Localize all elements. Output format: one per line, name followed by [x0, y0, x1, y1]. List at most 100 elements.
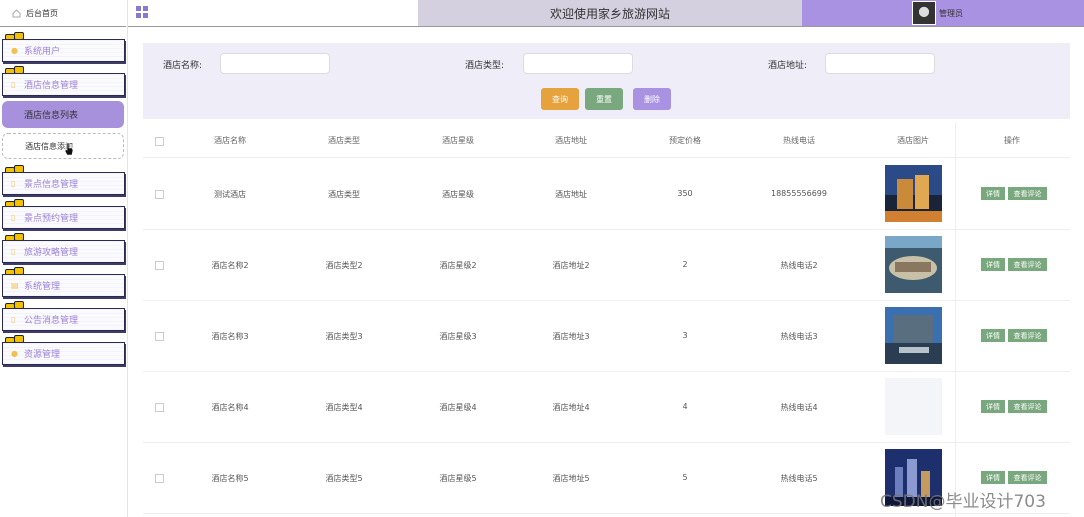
table-header: 酒店名称 酒店类型 酒店星级 酒店地址 预定价格 热线电话 酒店图片 操作 [143, 123, 1070, 158]
hotel-address-input[interactable] [825, 53, 935, 74]
cell-hotel-type: 酒店类型 [328, 190, 360, 199]
detail-button[interactable]: 详情 [981, 187, 1005, 200]
sidebar-item-guide[interactable]: ▯ 旅游攻略管理 [2, 240, 125, 263]
row-checkbox[interactable] [155, 190, 164, 199]
cell-price: 5 [682, 473, 688, 482]
row-checkbox[interactable] [155, 403, 164, 412]
sidebar-sub-label: 酒店信息列表 [24, 111, 79, 121]
document-icon: ▯ [11, 212, 16, 222]
hotel-image [885, 236, 942, 293]
query-button[interactable]: 查询 [541, 88, 579, 110]
row-checkbox[interactable] [155, 474, 164, 483]
reset-button[interactable]: 重置 [585, 88, 623, 110]
sidebar-item-scenic[interactable]: ▯ 景点信息管理 [2, 172, 125, 195]
detail-button[interactable]: 详情 [981, 400, 1005, 413]
hotel-type-label: 酒店类型: [465, 61, 505, 71]
sidebar-item-label: 景点预约管理 [24, 214, 79, 224]
sidebar-item-label: 景点信息管理 [24, 180, 79, 190]
cell-hotel-type: 酒店类型4 [325, 403, 363, 412]
cell-hotel-star: 酒店星级 [442, 190, 474, 199]
cell-hotel-type: 酒店类型2 [325, 261, 363, 270]
view-comments-button[interactable]: 查看评论 [1008, 329, 1047, 342]
document-icon: ▯ [11, 246, 16, 256]
cell-hotel-star: 酒店星级3 [439, 332, 477, 341]
avatar[interactable] [912, 1, 936, 25]
cell-hotel-name: 酒店名称3 [211, 332, 249, 341]
cell-phone: 18855556699 [771, 189, 827, 198]
welcome-text: 欢迎使用家乡旅游网站 [549, 6, 670, 21]
select-all-checkbox[interactable] [155, 137, 164, 146]
menu-grid-icon[interactable] [136, 6, 148, 18]
table-row: 测试酒店 酒店类型 酒店星级 酒店地址 350 18855556699 详情 查… [143, 158, 1070, 230]
hotel-type-input[interactable] [523, 53, 633, 74]
cell-hotel-address: 酒店地址 [555, 190, 587, 199]
table-row: 酒店名称4 酒店类型4 酒店星级4 酒店地址4 4 热线电话4 详情 查看评论 [143, 371, 1070, 443]
cell-hotel-name: 酒店名称2 [211, 261, 249, 270]
sidebar-item-booking[interactable]: ▯ 景点预约管理 [2, 206, 125, 229]
location-icon: ● [11, 348, 18, 358]
header-hotel-type: 酒店类型 [328, 136, 360, 145]
top-bar: 欢迎使用家乡旅游网站 管理员 [128, 0, 1084, 27]
sidebar-item-notice[interactable]: ▯ 公告消息管理 [2, 308, 125, 331]
cell-hotel-type: 酒店类型3 [325, 332, 363, 341]
header-phone: 热线电话 [783, 136, 815, 145]
cell-hotel-address: 酒店地址4 [552, 403, 590, 412]
cell-phone: 热线电话4 [780, 403, 818, 412]
sidebar-sub-hotel-add[interactable]: 酒店信息添加 [2, 133, 124, 159]
hotel-image-placeholder [885, 378, 942, 435]
header-image: 酒店图片 [897, 136, 929, 145]
hotel-image [885, 165, 942, 222]
cell-phone: 热线电话2 [780, 261, 818, 270]
row-checkbox[interactable] [155, 332, 164, 341]
user-box[interactable]: 管理员 [802, 0, 1084, 26]
cell-hotel-type: 酒店类型5 [325, 474, 363, 483]
view-comments-button[interactable]: 查看评论 [1008, 187, 1047, 200]
view-comments-button[interactable]: 查看评论 [1008, 471, 1047, 484]
cell-hotel-star: 酒店星级5 [439, 474, 477, 483]
user-icon: ● [11, 45, 18, 55]
detail-button[interactable]: 详情 [981, 471, 1005, 484]
sidebar-item-label: 旅游攻略管理 [24, 248, 79, 258]
sidebar-home[interactable]: 后台首页 [0, 0, 126, 27]
detail-button[interactable]: 详情 [981, 258, 1005, 271]
sidebar-item-label: 系统用户 [24, 47, 61, 57]
cell-hotel-address: 酒店地址2 [552, 261, 590, 270]
cell-price: 2 [682, 260, 688, 269]
sidebar-item-hotel[interactable]: ▯ 酒店信息管理 [2, 73, 125, 96]
sidebar-sub-hotel-list[interactable]: 酒店信息列表 [2, 101, 124, 128]
detail-button[interactable]: 详情 [981, 329, 1005, 342]
sidebar-item-label: 资源管理 [24, 350, 61, 360]
cell-hotel-address: 酒店地址3 [552, 332, 590, 341]
view-comments-button[interactable]: 查看评论 [1008, 400, 1047, 413]
username: 管理员 [939, 8, 963, 18]
header-hotel-star: 酒店星级 [442, 136, 474, 145]
cell-price: 3 [682, 331, 688, 340]
sidebar-home-label: 后台首页 [26, 8, 58, 18]
header-hotel-address: 酒店地址 [555, 136, 587, 145]
sidebar-item-label: 公告消息管理 [24, 316, 79, 326]
welcome-banner: 欢迎使用家乡旅游网站 [418, 0, 802, 26]
sidebar-item-users[interactable]: ● 系统用户 [2, 39, 125, 62]
hotel-image [885, 307, 942, 364]
sidebar-item-resource[interactable]: ● 资源管理 [2, 342, 125, 365]
cell-price: 4 [682, 402, 688, 411]
hotel-name-input[interactable] [220, 53, 330, 74]
document-icon: ▯ [11, 314, 16, 324]
cell-price: 350 [677, 189, 693, 198]
header-actions: 操作 [1004, 136, 1020, 145]
view-comments-button[interactable]: 查看评论 [1008, 258, 1047, 271]
header-price: 预定价格 [669, 136, 701, 145]
cell-hotel-star: 酒店星级4 [439, 403, 477, 412]
delete-button[interactable]: 删除 [633, 88, 671, 110]
cell-hotel-address: 酒店地址5 [552, 474, 590, 483]
sidebar-item-system[interactable]: ▤ 系统管理 [2, 274, 125, 297]
sidebar-item-label: 酒店信息管理 [24, 81, 79, 91]
row-checkbox[interactable] [155, 261, 164, 270]
hotel-table: 酒店名称 酒店类型 酒店星级 酒店地址 预定价格 热线电话 酒店图片 操作 测试… [143, 123, 1070, 517]
watermark: CSDN@毕业设计703 [880, 492, 1046, 512]
table-row: 酒店名称3 酒店类型3 酒店星级3 酒店地址3 3 热线电话3 详情 查看评论 [143, 300, 1070, 372]
sidebar: 后台首页 ● 系统用户 ▯ 酒店信息管理 酒店信息列表 酒店信息添加 ▯ 景点信… [0, 0, 128, 517]
cell-hotel-name: 酒店名称4 [211, 403, 249, 412]
document-icon: ▯ [11, 178, 16, 188]
cell-hotel-name: 酒店名称5 [211, 474, 249, 483]
